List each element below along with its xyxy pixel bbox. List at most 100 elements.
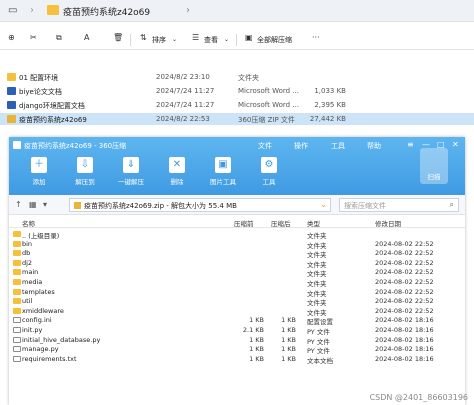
zip-row-type: 文件夹 [307, 232, 327, 240]
tool-label: 添加 [32, 178, 46, 186]
extract-all-icon[interactable]: ▣ [245, 33, 253, 42]
extract-all-button[interactable]: 全部解压缩 [257, 35, 292, 45]
word-icon [7, 87, 16, 95]
zip-icon [74, 202, 81, 209]
more-button[interactable]: ··· [312, 33, 320, 42]
zip-row-compressed: 1 KB [281, 354, 296, 363]
address-input[interactable]: 疫苗预约系统z42o69.zip - 解包大小为 55.4 MB ⌄ [69, 198, 331, 212]
zip-row[interactable]: config.ini 1 KB 1 KB 配置设置 2024-08-02 18:16 [9, 316, 465, 326]
menu-help[interactable]: 帮助 [367, 141, 381, 151]
zip-row-type: PY 文件 [307, 337, 330, 346]
new-icon[interactable]: ⊕ [8, 33, 15, 42]
scan-button[interactable]: 扫描 [420, 148, 448, 184]
tool-image-tool-button[interactable]: ▣ 图片工具 [205, 157, 241, 191]
divider [236, 34, 237, 46]
sort-button[interactable]: 排序 [152, 35, 166, 45]
file-size: 27,442 KB [309, 115, 346, 123]
explorer-titlebar: ▭ › 疫苗预约系统z42o69 › [0, 0, 474, 22]
tool-tools-button[interactable]: ⚙ 工具 [251, 157, 287, 191]
zip-row[interactable]: dj2 文件夹 2024-08-02 22:52 [9, 258, 465, 269]
zip-row[interactable]: db 文件夹 2024-08-02 22:52 [9, 249, 465, 259]
list-header: 名称 压缩前 压缩后 类型 修改日期 [9, 216, 465, 228]
close-icon[interactable]: ✕ [452, 140, 459, 149]
back-icon[interactable]: ▦ [29, 200, 37, 209]
zip-row-type: 文件夹 [307, 270, 327, 279]
chevron-right-icon[interactable]: › [186, 5, 190, 16]
zip-row-name: initial_hive_database.py [22, 335, 101, 344]
zip-row[interactable]: init.py 2.1 KB 1 KB PY 文件 2024-08-02 18:16 [9, 326, 465, 336]
column-size[interactable]: 压缩前 [234, 218, 254, 228]
search-icon[interactable]: ⌕ [450, 200, 454, 210]
file-row[interactable]: django环境配置文档 2024/7/24 11:27 Microsoft Wor… [0, 99, 474, 111]
file-type: 文件夹 [238, 74, 259, 82]
zip-row[interactable]: bin 文件夹 2024-08-02 22:52 [9, 239, 465, 250]
zip-row-date: 2024-08-02 22:52 [375, 239, 434, 248]
zip-row-date: 2024-08-02 22:52 [375, 297, 434, 306]
word-icon [7, 101, 16, 109]
zip-row-compressed: 1 KB [281, 326, 296, 334]
zip-row[interactable]: .. (上级目录) 文件夹 [9, 230, 465, 240]
tool-label: 工具 [262, 178, 276, 186]
zip-row-type: PY 文件 [307, 347, 330, 356]
column-date[interactable]: 修改日期 [375, 218, 401, 228]
file-row[interactable]: 01 配置环境 2024/8/2 23:10 文件夹 [0, 71, 474, 83]
folder-icon [13, 231, 21, 237]
folder-icon [13, 240, 21, 247]
tool-label: 图片工具 [210, 178, 236, 186]
tool-one-click-extract-button[interactable]: ⇓ 一键解压 [113, 157, 149, 191]
chevron-down-icon[interactable]: ⌄ [320, 200, 327, 209]
zip-row-name: templates [22, 287, 55, 296]
zip-row[interactable]: initial_hive_database.py 1 KB 1 KB PY 文件 202… [9, 335, 465, 346]
file-icon [13, 355, 21, 362]
menu-file[interactable]: 文件 [258, 141, 272, 151]
zip-row-name: dj2 [22, 258, 33, 267]
menu-operate[interactable]: 操作 [294, 141, 308, 151]
tool-delete-button[interactable]: ✕ 删除 [159, 157, 195, 191]
search-input[interactable]: 搜索压缩文件 ⌕ [339, 198, 459, 212]
zip-window-header: 疫苗预约系统z42o69 - 360压缩 文件 操作 工具 帮助 ≡ — □ ✕… [9, 137, 465, 195]
view-button[interactable]: 查看 [204, 35, 218, 45]
zip-row[interactable]: main 文件夹 2024-08-02 22:52 [9, 268, 465, 279]
file-row[interactable]: 疫苗预约系统z42o69 2024/8/2 22:53 360压缩 ZIP 文件 27… [0, 113, 474, 125]
folder-icon [13, 298, 21, 305]
rename-icon[interactable]: A [84, 33, 89, 42]
zip-row[interactable]: media 文件夹 2024-08-02 22:52 [9, 278, 465, 288]
settings-icon[interactable]: ≡ [407, 140, 414, 149]
sort-icon[interactable]: ⇅ [140, 33, 147, 42]
menu-tools[interactable]: 工具 [331, 141, 345, 151]
image-tool-icon: ▣ [215, 157, 231, 173]
file-icon [13, 327, 21, 333]
column-compressed[interactable]: 压缩后 [271, 218, 291, 228]
column-name[interactable]: 名称 [22, 218, 35, 228]
tools-icon: ⚙ [261, 157, 277, 173]
zip-row[interactable]: requirements.txt 1 KB 1 KB 文本文档 2024-08-02 1… [9, 354, 465, 365]
tool-add-button[interactable]: ＋ 添加 [21, 157, 57, 191]
zip-row-type: 文件夹 [307, 241, 327, 250]
copy-icon[interactable]: ⧉ [56, 33, 62, 43]
up-arrow-icon[interactable]: ↑ [15, 200, 22, 209]
folder-icon [7, 73, 16, 81]
column-type[interactable]: 类型 [307, 218, 320, 228]
file-icon [13, 346, 21, 353]
folder-icon [13, 288, 21, 295]
zip-row-name: config.ini [22, 316, 52, 325]
zip-row[interactable]: util 文件夹 2024-08-02 22:52 [9, 297, 465, 308]
zip-row-type: 文件夹 [307, 299, 327, 308]
monitor-icon[interactable]: ▭ [8, 5, 17, 16]
zip-row-date: 2024-08-02 22:52 [375, 249, 434, 258]
zip-row[interactable]: xmiddleware 文件夹 2024-08-02 22:52 [9, 307, 465, 317]
zip-row[interactable]: templates 文件夹 2024-08-02 22:52 [9, 287, 465, 298]
file-row[interactable]: biye论文文档 2024/7/24 11:27 Microsoft Word ..… [0, 85, 474, 97]
zip-row[interactable]: manage.py 1 KB 1 KB PY 文件 2024-08-02 18:16 [9, 345, 465, 356]
tool-extract-to-button[interactable]: ⇩ 解压到 [67, 157, 103, 191]
view-icon[interactable]: ☰ [192, 33, 199, 42]
zip-row-type: 文件夹 [307, 308, 327, 317]
cut-icon[interactable]: ✂ [30, 33, 37, 42]
extract-to-icon: ⇩ [77, 157, 93, 173]
zip-row-type: 文件夹 [307, 289, 327, 298]
delete-icon: ✕ [169, 157, 185, 173]
dropdown-icon[interactable]: ▾ [43, 200, 47, 209]
file-type: 360压缩 ZIP 文件 [238, 116, 295, 124]
delete-icon[interactable]: 🗑 [113, 33, 123, 42]
app-logo-icon [13, 141, 21, 149]
